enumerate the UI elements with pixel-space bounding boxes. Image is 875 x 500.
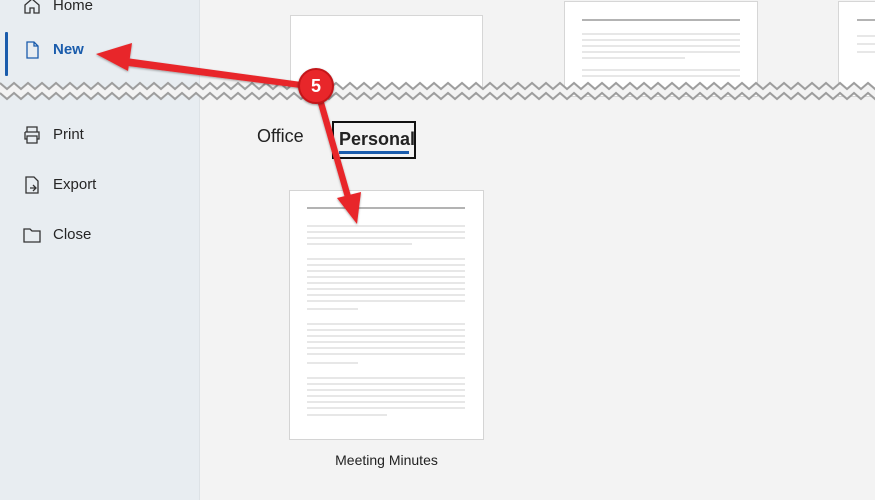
tab-label: Personal <box>339 129 416 149</box>
selected-tab-underline <box>339 151 409 154</box>
template-name: Meeting Minutes <box>335 452 438 468</box>
step-number-badge: 5 <box>298 68 334 104</box>
sidebar-item-home[interactable]: Home <box>0 0 200 24</box>
sidebar-item-new[interactable]: New <box>0 32 200 76</box>
sidebar-item-label: Export <box>53 176 97 193</box>
sidebar-item-label: Close <box>53 226 92 243</box>
tab-office[interactable]: Office <box>257 126 304 147</box>
sidebar-item-close[interactable]: Close <box>0 217 200 253</box>
backstage-sidebar: Home New Print Export Close <box>0 0 200 500</box>
active-indicator <box>5 32 8 76</box>
new-document-icon <box>26 41 39 59</box>
document-preview <box>307 207 465 416</box>
template-card-meeting-minutes[interactable] <box>289 190 484 440</box>
home-icon <box>24 0 40 14</box>
sidebar-item-label: Print <box>53 126 84 143</box>
tab-personal[interactable]: Personal <box>332 121 416 159</box>
sidebar-item-label: Home <box>53 0 94 14</box>
sidebar-item-export[interactable]: Export <box>0 167 200 203</box>
printer-icon <box>24 126 40 144</box>
export-icon <box>25 176 39 194</box>
folder-icon <box>23 228 41 243</box>
torn-edge-separator <box>0 81 875 101</box>
sidebar-item-label: New <box>53 41 84 58</box>
sidebar-item-print[interactable]: Print <box>0 117 200 153</box>
